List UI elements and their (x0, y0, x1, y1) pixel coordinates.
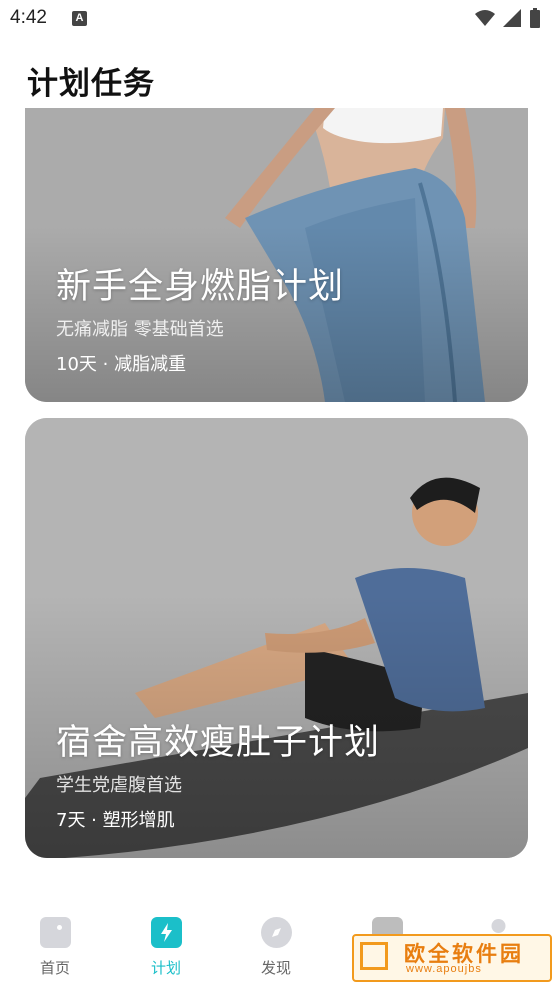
tab-home[interactable]: 首页 (15, 917, 95, 978)
status-time: 4:42 (10, 7, 47, 28)
tab-label: 计划 (150, 959, 181, 977)
plan-card-belly[interactable]: 宿舍高效瘦肚子计划 学生党虐腹首选 7天 · 塑形增肌 (25, 418, 528, 858)
plan-meta: 7天 · 塑形增肌 (56, 810, 175, 831)
status-icons (475, 8, 541, 28)
tab-plan[interactable]: 计划 (126, 917, 206, 978)
tab-discover[interactable]: 发现 (236, 917, 316, 978)
plan-title: 宿舍高效瘦肚子计划 (56, 723, 381, 763)
watermark-logo: 欧全软件园 www.apoujbs (352, 934, 552, 982)
watermark-icon (360, 942, 388, 970)
plan-title: 新手全身燃脂计划 (56, 267, 345, 307)
lightning-icon (150, 917, 182, 948)
notification-icon: A (72, 11, 87, 26)
page-title: 计划任务 (27, 66, 155, 102)
compass-icon (260, 917, 292, 948)
watermark-url: www.apoujbs (406, 963, 482, 975)
signal-icon (503, 9, 521, 27)
home-icon (39, 917, 71, 948)
tab-label: 发现 (260, 959, 291, 977)
status-bar: 4:42 A (0, 0, 553, 38)
plan-subtitle: 无痛减脂 零基础首选 (56, 319, 224, 340)
wifi-icon (475, 10, 495, 26)
tab-label: 首页 (39, 959, 70, 977)
plan-meta: 10天 · 减脂减重 (56, 354, 187, 375)
plan-card-fat-burn[interactable]: 新手全身燃脂计划 无痛减脂 零基础首选 10天 · 减脂减重 (25, 108, 528, 402)
battery-icon (530, 8, 540, 28)
plan-subtitle: 学生党虐腹首选 (56, 775, 182, 796)
